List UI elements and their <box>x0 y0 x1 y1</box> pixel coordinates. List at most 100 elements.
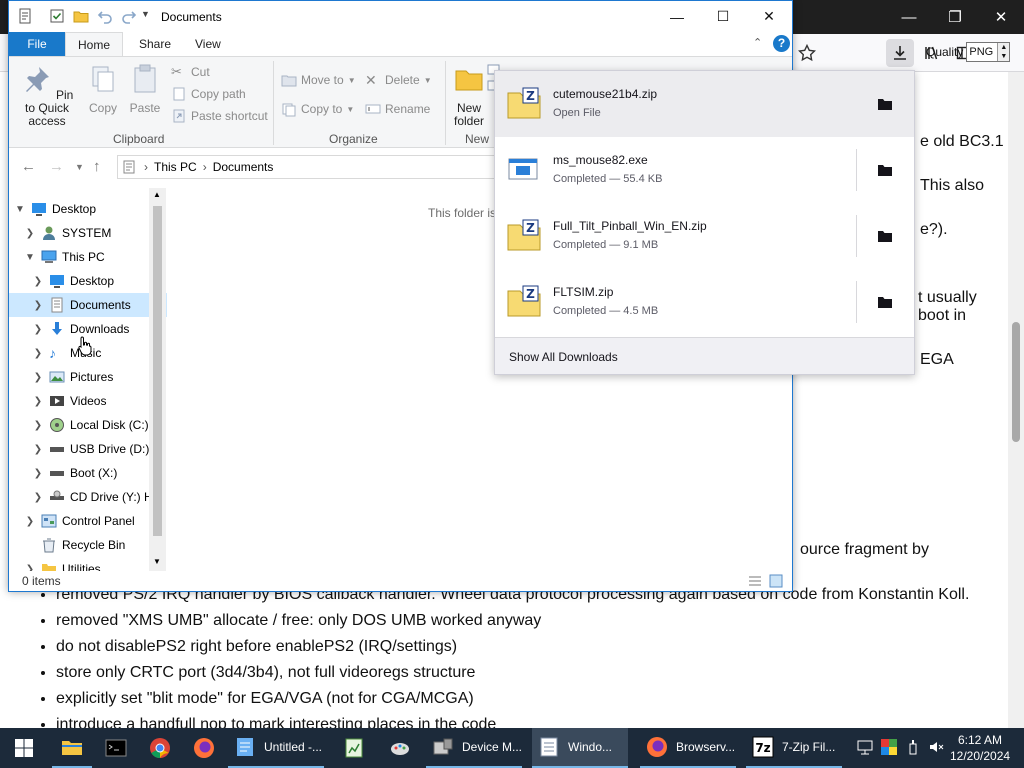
expand-icon[interactable]: ❯ <box>23 564 37 572</box>
copy-path-button[interactable]: Copy path <box>171 86 246 102</box>
expand-icon[interactable]: ❯ <box>31 300 45 311</box>
taskbar-browser[interactable]: Browserv... <box>640 728 736 768</box>
paste-button[interactable]: Paste <box>127 63 163 115</box>
expand-icon[interactable]: ❯ <box>23 516 37 527</box>
usb-eject-icon[interactable] <box>904 738 922 756</box>
expand-icon[interactable]: ❯ <box>31 372 45 383</box>
new-folder-button[interactable]: New folder <box>449 63 489 128</box>
scroll-down-icon[interactable]: ▼ <box>153 557 161 566</box>
open-folder-icon[interactable] <box>877 162 893 178</box>
redo-icon[interactable] <box>121 8 137 24</box>
expand-icon[interactable]: ❯ <box>31 348 45 359</box>
tree-item-this-pc[interactable]: ▼ This PC <box>9 245 167 269</box>
help-icon[interactable]: ? <box>773 35 790 52</box>
browser-minimize-button[interactable]: — <box>886 0 932 34</box>
taskbar-spreadsheet[interactable] <box>334 728 374 768</box>
tree-item-desktop-root[interactable]: ▼ Desktop <box>9 197 167 221</box>
up-arrow-icon[interactable]: ↑ <box>93 158 101 175</box>
browser-scrollbar-thumb[interactable] <box>1012 322 1020 442</box>
pin-to-quick-access-button[interactable]: Pin to Quick access <box>15 63 79 128</box>
minimize-button[interactable]: — <box>654 1 700 32</box>
expand-icon[interactable]: ❯ <box>31 468 45 479</box>
taskbar-paint[interactable] <box>380 728 420 768</box>
browser-scrollbar[interactable] <box>1008 72 1024 728</box>
copy-button[interactable]: Copy <box>85 63 121 115</box>
browser-restore-button[interactable]: ❐ <box>932 0 978 34</box>
open-folder-icon[interactable] <box>877 96 893 112</box>
paste-shortcut-button[interactable]: Paste shortcut <box>171 108 268 124</box>
collapse-icon[interactable]: ▼ <box>23 252 37 263</box>
tree-item-recycle-bin[interactable]: Recycle Bin <box>9 533 167 557</box>
downloads-button[interactable] <box>886 39 914 67</box>
taskbar-device-manager[interactable]: Device M... <box>426 728 522 768</box>
quality-select[interactable]: PNG ▲ ▼ <box>966 42 1011 62</box>
bookmark-star-icon[interactable] <box>793 39 821 67</box>
new-folder-icon[interactable] <box>73 8 89 24</box>
tree-item-boot-x[interactable]: ❯ Boot (X:) <box>9 461 167 485</box>
tree-item-utilities[interactable]: ❯ Utilities <box>9 557 167 571</box>
cut-button[interactable]: ✂ Cut <box>171 64 210 80</box>
expand-icon[interactable]: ❯ <box>23 228 37 239</box>
tree-item-local-disk-c[interactable]: ❯ Local Disk (C:) <box>9 413 167 437</box>
tab-view[interactable]: View <box>183 32 233 56</box>
taskbar-explorer-window[interactable]: Windo... <box>532 728 628 768</box>
open-folder-icon[interactable] <box>877 294 893 310</box>
properties-icon[interactable] <box>17 8 33 24</box>
taskbar-7zip[interactable]: 7z 7-Zip Fil... <box>746 728 842 768</box>
network-icon[interactable] <box>856 738 874 756</box>
speaker-muted-icon[interactable] <box>928 738 946 756</box>
checklist-icon[interactable] <box>49 8 65 24</box>
undo-icon[interactable] <box>97 8 113 24</box>
browser-close-button[interactable]: ✕ <box>978 0 1024 34</box>
navigation-pane-scrollbar[interactable]: ▲ ▼ <box>149 188 166 571</box>
taskbar-chrome[interactable] <box>140 728 180 768</box>
expand-icon[interactable]: ❯ <box>31 324 45 335</box>
taskbar-file-explorer[interactable] <box>52 728 92 768</box>
taskbar-notepad[interactable]: Untitled -... <box>228 728 324 768</box>
breadcrumb-this-pc[interactable]: This PC <box>154 160 197 174</box>
tree-item-cd-drive-y[interactable]: ❯ CD Drive (Y:) H <box>9 485 167 509</box>
collapse-icon[interactable]: ▼ <box>13 204 27 215</box>
move-to-button[interactable]: Move to ▼ <box>281 72 356 88</box>
expand-icon[interactable]: ❯ <box>31 396 45 407</box>
download-item[interactable]: ms_mouse82.exe Completed — 55.4 KB <box>495 137 914 203</box>
delete-button[interactable]: ✕ Delete ▼ <box>365 72 432 88</box>
customize-quick-access-icon[interactable]: ▼ <box>141 9 150 19</box>
maximize-button[interactable]: ☐ <box>700 1 746 32</box>
tree-item-pictures[interactable]: ❯ Pictures <box>9 365 167 389</box>
start-button[interactable] <box>4 728 44 768</box>
clock[interactable]: 6:12 AM 12/20/2024 <box>950 732 1010 764</box>
taskbar-firefox[interactable] <box>184 728 224 768</box>
tree-item-videos[interactable]: ❯ Videos <box>9 389 167 413</box>
tree-item-control-panel[interactable]: ❯ Control Panel <box>9 509 167 533</box>
download-item[interactable]: Z Full_Tilt_Pinball_Win_EN.zip Completed… <box>495 203 914 269</box>
expand-icon[interactable]: ❯ <box>31 276 45 287</box>
large-icons-view-icon[interactable] <box>769 574 783 588</box>
forward-arrow-icon[interactable]: → <box>49 158 64 175</box>
tab-file[interactable]: File <box>9 32 65 56</box>
breadcrumb-documents[interactable]: Documents <box>213 160 274 174</box>
back-arrow-icon[interactable]: ← <box>21 158 36 175</box>
open-folder-icon[interactable] <box>877 228 893 244</box>
navigation-scrollbar-thumb[interactable] <box>153 206 162 536</box>
scroll-up-icon[interactable]: ▲ <box>153 190 161 199</box>
tab-home[interactable]: Home <box>65 32 124 56</box>
copy-to-button[interactable]: Copy to ▼ <box>281 101 354 117</box>
details-view-icon[interactable] <box>748 575 762 587</box>
taskbar-terminal[interactable] <box>96 728 136 768</box>
tree-item-system[interactable]: ❯ SYSTEM <box>9 221 167 245</box>
tree-item-documents[interactable]: ❯ Documents <box>9 293 167 317</box>
close-button[interactable]: ✕ <box>746 1 792 32</box>
rename-button[interactable]: Rename <box>365 101 430 117</box>
expand-icon[interactable]: ❯ <box>31 420 45 431</box>
recent-locations-icon[interactable]: ▼ <box>75 162 84 172</box>
expand-icon[interactable]: ❯ <box>31 444 45 455</box>
display-icon[interactable] <box>880 738 898 756</box>
expand-icon[interactable]: ❯ <box>31 492 45 503</box>
tab-share[interactable]: Share <box>127 32 183 56</box>
tree-item-usb-drive-d[interactable]: ❯ USB Drive (D:) <box>9 437 167 461</box>
quality-spin-icon[interactable]: ▲ ▼ <box>997 43 1010 61</box>
download-item[interactable]: Z FLTSIM.zip Completed — 4.5 MB <box>495 269 914 335</box>
collapse-ribbon-icon[interactable]: ⌃ <box>753 36 762 49</box>
show-all-downloads-button[interactable]: Show All Downloads <box>495 337 914 374</box>
